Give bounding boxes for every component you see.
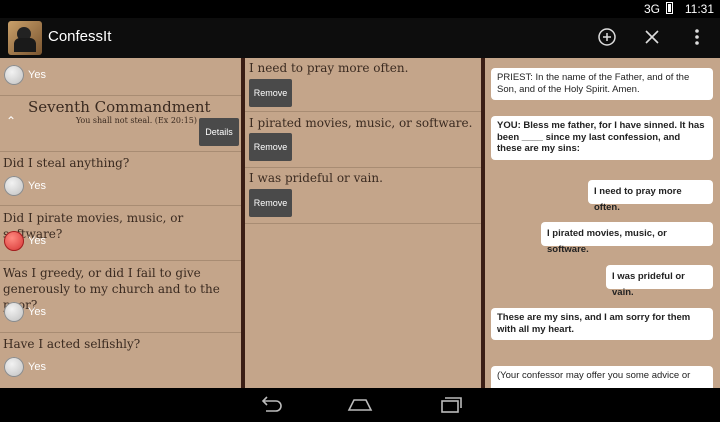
sin-item: I was prideful or vain. Remove <box>245 168 481 224</box>
signal-indicator: 3G <box>643 2 660 16</box>
overflow-menu-icon[interactable] <box>685 25 709 49</box>
question-text: Have I acted selfishly? <box>3 337 141 351</box>
content-area: Yes Seventh Commandment ⌃ You shall not … <box>0 58 720 388</box>
question-row: Have I acted selfishly? Yes <box>0 332 241 388</box>
question-row: Did I steal anything? Yes <box>0 151 241 206</box>
close-icon[interactable] <box>640 25 664 49</box>
penitent-message: YOU: Bless me father, for I have sinned.… <box>491 116 713 160</box>
commandment-subtitle: You shall not steal. (Ex 20:15) <box>75 116 197 125</box>
yes-label: Yes <box>28 306 46 318</box>
details-button[interactable]: Details <box>199 118 239 146</box>
app-title: ConfessIt <box>48 28 112 45</box>
priest-message: PRIEST: In the name of the Father, and o… <box>491 68 713 100</box>
commandment-title: Seventh Commandment <box>28 98 211 116</box>
penitent-message: I was prideful or vain. <box>606 265 713 298</box>
radio-yes-previous[interactable] <box>4 65 24 85</box>
penitent-message: I need to pray more often. <box>588 180 713 213</box>
examination-pane[interactable]: Yes Seventh Commandment ⌃ You shall not … <box>0 58 241 388</box>
app-logo-icon[interactable] <box>8 21 42 55</box>
radio-yes[interactable] <box>4 176 24 196</box>
question-text: Did I steal anything? <box>3 156 130 170</box>
question-row: Did I pirate movies, music, or software?… <box>0 205 241 261</box>
clock: 11:31 <box>684 2 714 16</box>
yes-label: Yes <box>28 235 46 247</box>
system-nav-bar <box>0 388 720 422</box>
sin-text: I was prideful or vain. <box>249 171 383 185</box>
yes-label: Yes <box>28 69 46 81</box>
remove-button[interactable]: Remove <box>249 133 292 161</box>
recent-apps-icon[interactable] <box>436 394 464 416</box>
battery-icon <box>666 2 673 14</box>
action-bar: ConfessIt <box>0 18 720 58</box>
sin-item: I pirated movies, music, or software. Re… <box>245 112 481 168</box>
question-row: Was I greedy, or did I fail to give gene… <box>0 260 241 333</box>
confession-script-pane[interactable]: PRIEST: In the name of the Father, and o… <box>485 58 720 388</box>
sin-text: I pirated movies, music, or software. <box>249 116 473 130</box>
yes-label: Yes <box>28 180 46 192</box>
chevron-up-icon[interactable]: ⌃ <box>6 114 16 128</box>
radio-yes[interactable] <box>4 302 24 322</box>
back-icon[interactable] <box>256 394 284 416</box>
remove-button[interactable]: Remove <box>249 189 292 217</box>
sin-text: I need to pray more often. <box>249 61 409 75</box>
priest-message: (Your confessor may offer you some advic… <box>491 366 713 388</box>
sins-list-pane[interactable]: I need to pray more often. Remove I pira… <box>245 58 481 388</box>
radio-yes-checked[interactable] <box>4 231 24 251</box>
penitent-message: I pirated movies, music, or software. <box>541 222 713 255</box>
commandment-header[interactable]: Seventh Commandment ⌃ You shall not stea… <box>0 95 241 152</box>
yes-label: Yes <box>28 361 46 373</box>
add-icon[interactable] <box>595 25 619 49</box>
radio-yes[interactable] <box>4 357 24 377</box>
status-bar: 3G 11:31 <box>0 0 720 18</box>
home-icon[interactable] <box>346 394 374 416</box>
sin-item: I need to pray more often. Remove <box>245 58 481 112</box>
remove-button[interactable]: Remove <box>249 79 292 107</box>
penitent-message: These are my sins, and I am sorry for th… <box>491 308 713 340</box>
